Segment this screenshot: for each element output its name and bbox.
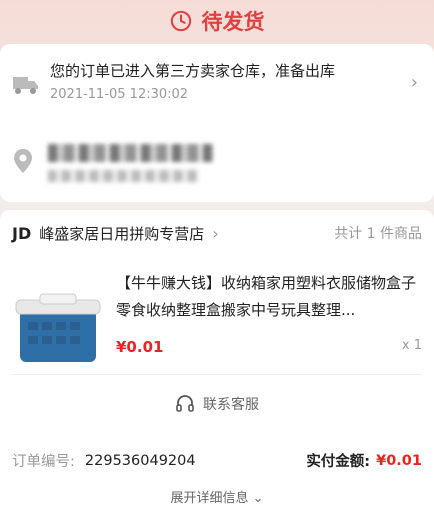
- status-title: 待发货: [201, 10, 265, 34]
- truck-icon: [13, 77, 38, 94]
- address-card: [0, 124, 434, 202]
- expand-details-label: 展开详细信息: [170, 491, 249, 506]
- shop-name[interactable]: 峰盛家居日用拼购专营店: [39, 223, 204, 244]
- product-quantity: x 1: [401, 338, 422, 353]
- product-price: ¥0.01: [116, 338, 164, 356]
- status-header: 待发货: [0, 0, 434, 42]
- order-info-card: 订单编号: 229536049204 实付金额: ¥0.01 展开详细信息 ⌄: [0, 436, 434, 521]
- product-title[interactable]: 【牛牛赚大钱】收纳箱家用塑料衣服储物盒子零食收纳整理盒搬家中号玩具整理...: [116, 270, 422, 324]
- chevron-right-icon: ›: [212, 223, 219, 243]
- logistics-time: 2021-11-05 12:30:02: [50, 87, 189, 102]
- paid-amount-label: 实付金额:: [306, 454, 371, 470]
- clock-icon: [170, 10, 191, 32]
- logistics-card[interactable]: 您的订单已进入第三方卖家仓库，准备出库 2021-11-05 12:30:02 …: [0, 44, 434, 124]
- shop-header[interactable]: JD 峰盛家居日用拼购专营店 › 共计 1 件商品: [0, 210, 434, 256]
- contact-service-button[interactable]: 联系客服: [12, 383, 422, 425]
- logistics-message: 您的订单已进入第三方卖家仓库，准备出库: [50, 62, 336, 80]
- item-count: 共计 1 件商品: [334, 226, 422, 242]
- paid-amount: ¥0.01: [376, 452, 422, 469]
- location-pin-icon: [14, 149, 32, 173]
- redacted-address: [48, 144, 422, 182]
- headset-icon: [176, 395, 194, 412]
- jd-logo: JD: [12, 223, 32, 243]
- product-item[interactable]: 【牛牛赚大钱】收纳箱家用塑料衣服储物盒子零食收纳整理盒搬家中号玩具整理... ¥…: [0, 256, 434, 374]
- contact-service-label: 联系客服: [203, 397, 259, 413]
- chevron-down-icon: ⌄: [252, 491, 264, 506]
- order-number: 229536049204: [84, 452, 196, 469]
- product-image[interactable]: [12, 288, 104, 368]
- expand-details-button[interactable]: 展开详细信息 ⌄: [12, 487, 422, 506]
- chevron-right-icon: ›: [410, 71, 418, 93]
- order-number-label: 订单编号:: [12, 454, 75, 470]
- divider: [12, 374, 422, 375]
